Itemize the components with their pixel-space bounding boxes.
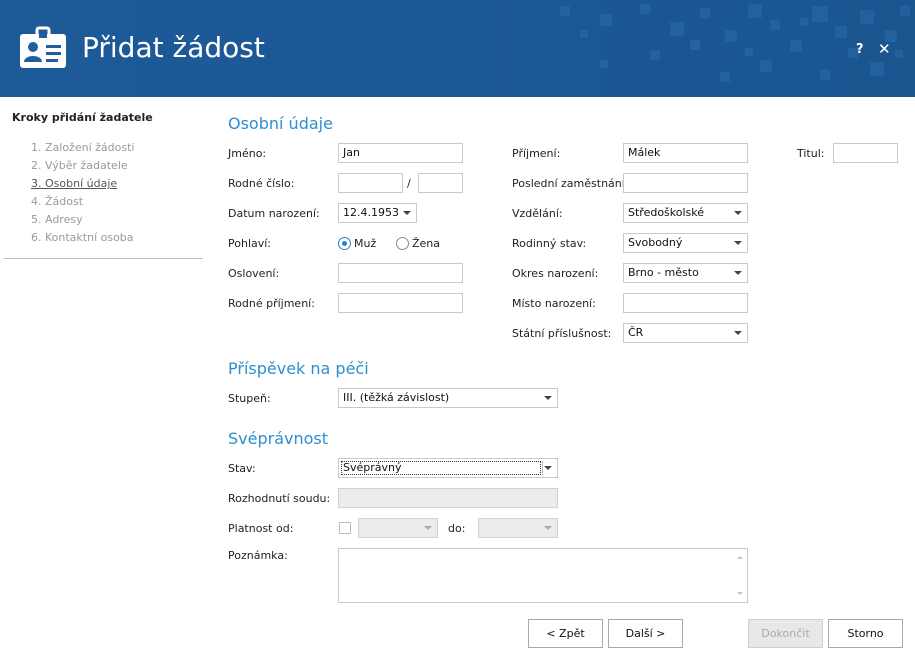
chevron-down-icon <box>403 211 411 215</box>
last-name-label: Příjmení: <box>512 147 561 160</box>
step-2[interactable]: 2. Výběr žadatele <box>31 159 134 177</box>
help-icon[interactable]: ? <box>856 42 864 57</box>
step-5[interactable]: 5. Adresy <box>31 213 134 231</box>
chevron-down-icon <box>734 241 742 245</box>
gender-male-label: Muž <box>354 237 377 250</box>
step-1[interactable]: 1. Založení žádosti <box>31 141 134 159</box>
chevron-down-icon <box>734 211 742 215</box>
valid-from-date-picker[interactable] <box>358 518 438 538</box>
maiden-name-field[interactable] <box>338 293 463 313</box>
citizenship-value: ČR <box>628 326 644 339</box>
chevron-down-icon <box>544 526 552 530</box>
last-employment-label: Poslední zaměstnání: <box>512 177 629 190</box>
chevron-down-icon <box>544 396 552 400</box>
title-field[interactable] <box>833 143 898 163</box>
care-degree-label: Stupeň: <box>228 392 271 405</box>
salutation-field[interactable] <box>338 263 463 283</box>
section-title-legal-capacity: Svéprávnost <box>228 429 329 448</box>
finish-button[interactable]: Dokončit <box>748 619 823 648</box>
marital-status-select[interactable]: Svobodný <box>623 233 748 253</box>
marital-status-label: Rodinný stav: <box>512 237 587 250</box>
scroll-up-icon[interactable] <box>737 556 743 559</box>
gender-female-label: Žena <box>412 237 441 250</box>
birth-place-label: Místo narození: <box>512 297 596 310</box>
section-title-care-allowance: Příspěvek na péči <box>228 359 369 378</box>
back-button[interactable]: < Zpět <box>528 619 603 648</box>
chevron-down-icon <box>734 331 742 335</box>
dialog-header: Přidat žádost ? ✕ <box>0 0 915 97</box>
last-employment-field[interactable] <box>623 173 748 193</box>
dropdown-separator <box>542 461 543 475</box>
marital-status-value: Svobodný <box>628 236 683 249</box>
birth-number-part1-field[interactable] <box>338 173 403 193</box>
step-6[interactable]: 6. Kontaktní osoba <box>31 231 134 249</box>
last-name-field[interactable]: Málek <box>623 143 748 163</box>
birth-district-label: Okres narození: <box>512 267 599 280</box>
note-scrollbar[interactable] <box>733 549 747 602</box>
scroll-down-icon[interactable] <box>737 592 743 595</box>
capacity-state-label: Stav: <box>228 462 256 475</box>
maiden-name-label: Rodné příjmení: <box>228 297 315 310</box>
chevron-down-icon <box>544 466 552 470</box>
steps-title: Kroky přidání žadatele <box>12 111 153 124</box>
step-4[interactable]: 4. Žádost <box>31 195 134 213</box>
birth-number-part2-field[interactable] <box>418 173 463 193</box>
next-button[interactable]: Další > <box>608 619 683 648</box>
first-name-field[interactable]: Jan <box>338 143 463 163</box>
first-name-label: Jméno: <box>228 147 267 160</box>
capacity-state-select[interactable]: Svéprávný <box>338 458 558 478</box>
gender-male-radio[interactable] <box>338 237 351 250</box>
birth-district-value: Brno - město <box>628 266 699 279</box>
birth-number-separator: / <box>407 177 411 190</box>
applicant-card-icon <box>20 26 66 68</box>
cancel-button[interactable]: Storno <box>828 619 903 648</box>
title-label: Titul: <box>797 147 825 160</box>
citizenship-select[interactable]: ČR <box>623 323 748 343</box>
birth-date-value: 12.4.1953 <box>343 206 399 219</box>
care-degree-select[interactable]: III. (těžká závislost) <box>338 388 558 408</box>
valid-to-label: do: <box>448 522 466 535</box>
gender-female-radio[interactable] <box>396 237 409 250</box>
education-label: Vzdělání: <box>512 207 563 220</box>
step-3[interactable]: 3. Osobní údaje <box>31 177 134 195</box>
sidebar-divider <box>4 258 203 259</box>
court-decision-field[interactable] <box>338 488 558 508</box>
birth-district-select[interactable]: Brno - město <box>623 263 748 283</box>
care-degree-value: III. (těžká závislost) <box>343 391 450 404</box>
education-select[interactable]: Středoškolské <box>623 203 748 223</box>
valid-from-checkbox[interactable] <box>339 522 351 534</box>
birth-place-field[interactable] <box>623 293 748 313</box>
chevron-down-icon <box>734 271 742 275</box>
birth-date-picker[interactable]: 12.4.1953 <box>338 203 417 223</box>
valid-to-date-picker[interactable] <box>478 518 558 538</box>
valid-from-label: Platnost od: <box>228 522 294 535</box>
citizenship-label: Státní příslušnost: <box>512 327 612 340</box>
birth-date-label: Datum narození: <box>228 207 320 220</box>
capacity-state-value: Svéprávný <box>343 461 402 474</box>
note-textarea[interactable] <box>338 548 748 603</box>
section-title-personal: Osobní údaje <box>228 114 333 133</box>
steps-list: 1. Založení žádosti 2. Výběr žadatele 3.… <box>31 141 134 249</box>
note-label: Poznámka: <box>228 549 288 562</box>
birth-number-label: Rodné číslo: <box>228 177 295 190</box>
close-icon[interactable]: ✕ <box>878 40 891 58</box>
gender-label: Pohlaví: <box>228 237 272 250</box>
court-decision-label: Rozhodnutí soudu: <box>228 492 331 505</box>
education-value: Středoškolské <box>628 206 705 219</box>
salutation-label: Oslovení: <box>228 267 280 280</box>
chevron-down-icon <box>424 526 432 530</box>
dialog-title: Přidat žádost <box>82 31 265 64</box>
